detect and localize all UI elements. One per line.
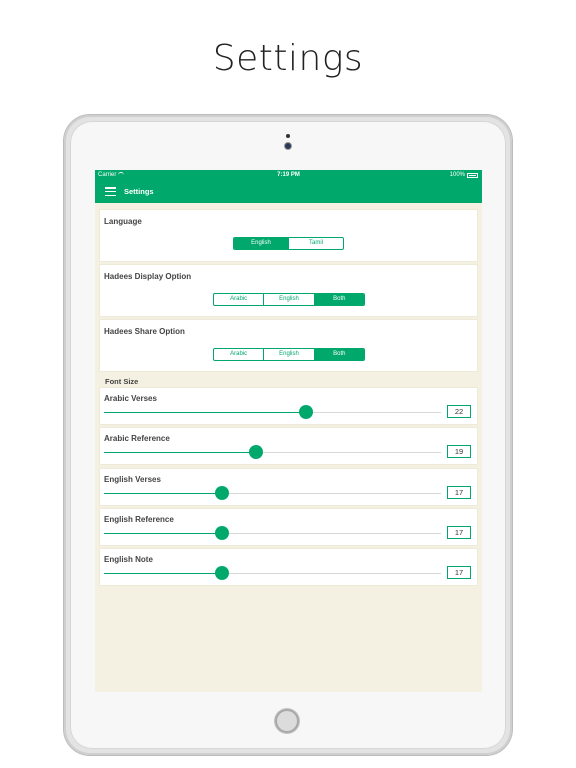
language-option-english[interactable]: English xyxy=(234,238,289,249)
slider-track[interactable] xyxy=(104,526,441,540)
slider-card-arabic-verses: Arabic Verses 22 xyxy=(100,388,477,424)
hadees-share-label: Hadees Share Option xyxy=(104,327,185,336)
hadees-display-card: Hadees Display Option Arabic English Bot… xyxy=(100,265,477,316)
hadees-display-option-arabic[interactable]: Arabic xyxy=(214,294,265,305)
hadees-share-option-both[interactable]: Both xyxy=(314,349,364,360)
language-segmented-control[interactable]: English Tamil xyxy=(233,237,344,250)
language-option-tamil[interactable]: Tamil xyxy=(289,238,343,249)
page-title: Settings xyxy=(212,38,364,79)
slider-thumb[interactable] xyxy=(248,445,263,459)
navbar: Settings xyxy=(95,181,482,203)
slider-fill xyxy=(104,412,307,413)
slider-thumb[interactable] xyxy=(214,566,229,580)
slider-label: English Note xyxy=(104,555,153,564)
slider-fill xyxy=(104,533,222,534)
home-button[interactable] xyxy=(275,709,299,733)
slider-thumb[interactable] xyxy=(299,405,314,419)
slider-track[interactable] xyxy=(104,486,441,500)
font-size-value: 22 xyxy=(447,405,471,418)
slider-track[interactable] xyxy=(104,445,441,459)
slider-card-arabic-reference: Arabic Reference 19 xyxy=(100,428,477,464)
status-battery: 100% xyxy=(450,170,478,181)
hadees-share-segmented-control[interactable]: Arabic English Both xyxy=(213,348,365,361)
status-bar: Carrier 7:19 PM 100% xyxy=(95,170,482,181)
slider-fill xyxy=(104,452,256,453)
battery-icon xyxy=(467,173,478,178)
slider-label: Arabic Verses xyxy=(104,394,157,403)
hadees-share-card: Hadees Share Option Arabic English Both xyxy=(100,320,477,371)
slider-label: English Reference xyxy=(104,515,174,524)
font-size-value: 17 xyxy=(447,486,471,499)
front-sensor xyxy=(286,134,290,138)
hadees-share-option-arabic[interactable]: Arabic xyxy=(214,349,265,360)
status-time: 7:19 PM xyxy=(277,172,300,178)
front-camera-icon xyxy=(285,143,291,149)
language-card: Language English Tamil xyxy=(100,210,477,261)
slider-card-english-reference: English Reference 17 xyxy=(100,509,477,545)
slider-track[interactable] xyxy=(104,405,441,419)
slider-fill xyxy=(104,493,222,494)
font-size-header: Font Size xyxy=(105,377,139,386)
slider-card-english-note: English Note 17 xyxy=(100,549,477,585)
app-screen: Carrier 7:19 PM 100% Settings Language E… xyxy=(95,170,482,692)
slider-card-english-verses: English Verses 17 xyxy=(100,469,477,505)
hadees-display-option-english[interactable]: English xyxy=(264,294,315,305)
hadees-display-option-both[interactable]: Both xyxy=(314,294,364,305)
hadees-display-segmented-control[interactable]: Arabic English Both xyxy=(213,293,365,306)
slider-label: Arabic Reference xyxy=(104,434,170,443)
language-label: Language xyxy=(104,217,142,226)
hamburger-menu-icon[interactable] xyxy=(105,187,116,197)
font-size-value: 19 xyxy=(447,445,471,458)
hadees-share-option-english[interactable]: English xyxy=(264,349,315,360)
font-size-value: 17 xyxy=(447,566,471,579)
battery-percent: 100% xyxy=(449,172,465,178)
slider-thumb[interactable] xyxy=(214,486,229,500)
hadees-display-label: Hadees Display Option xyxy=(104,272,192,281)
navbar-title: Settings xyxy=(124,187,154,196)
slider-track[interactable] xyxy=(104,566,441,580)
slider-label: English Verses xyxy=(104,475,161,484)
font-size-value: 17 xyxy=(447,526,471,539)
slider-thumb[interactable] xyxy=(214,526,229,540)
slider-fill xyxy=(104,573,222,574)
